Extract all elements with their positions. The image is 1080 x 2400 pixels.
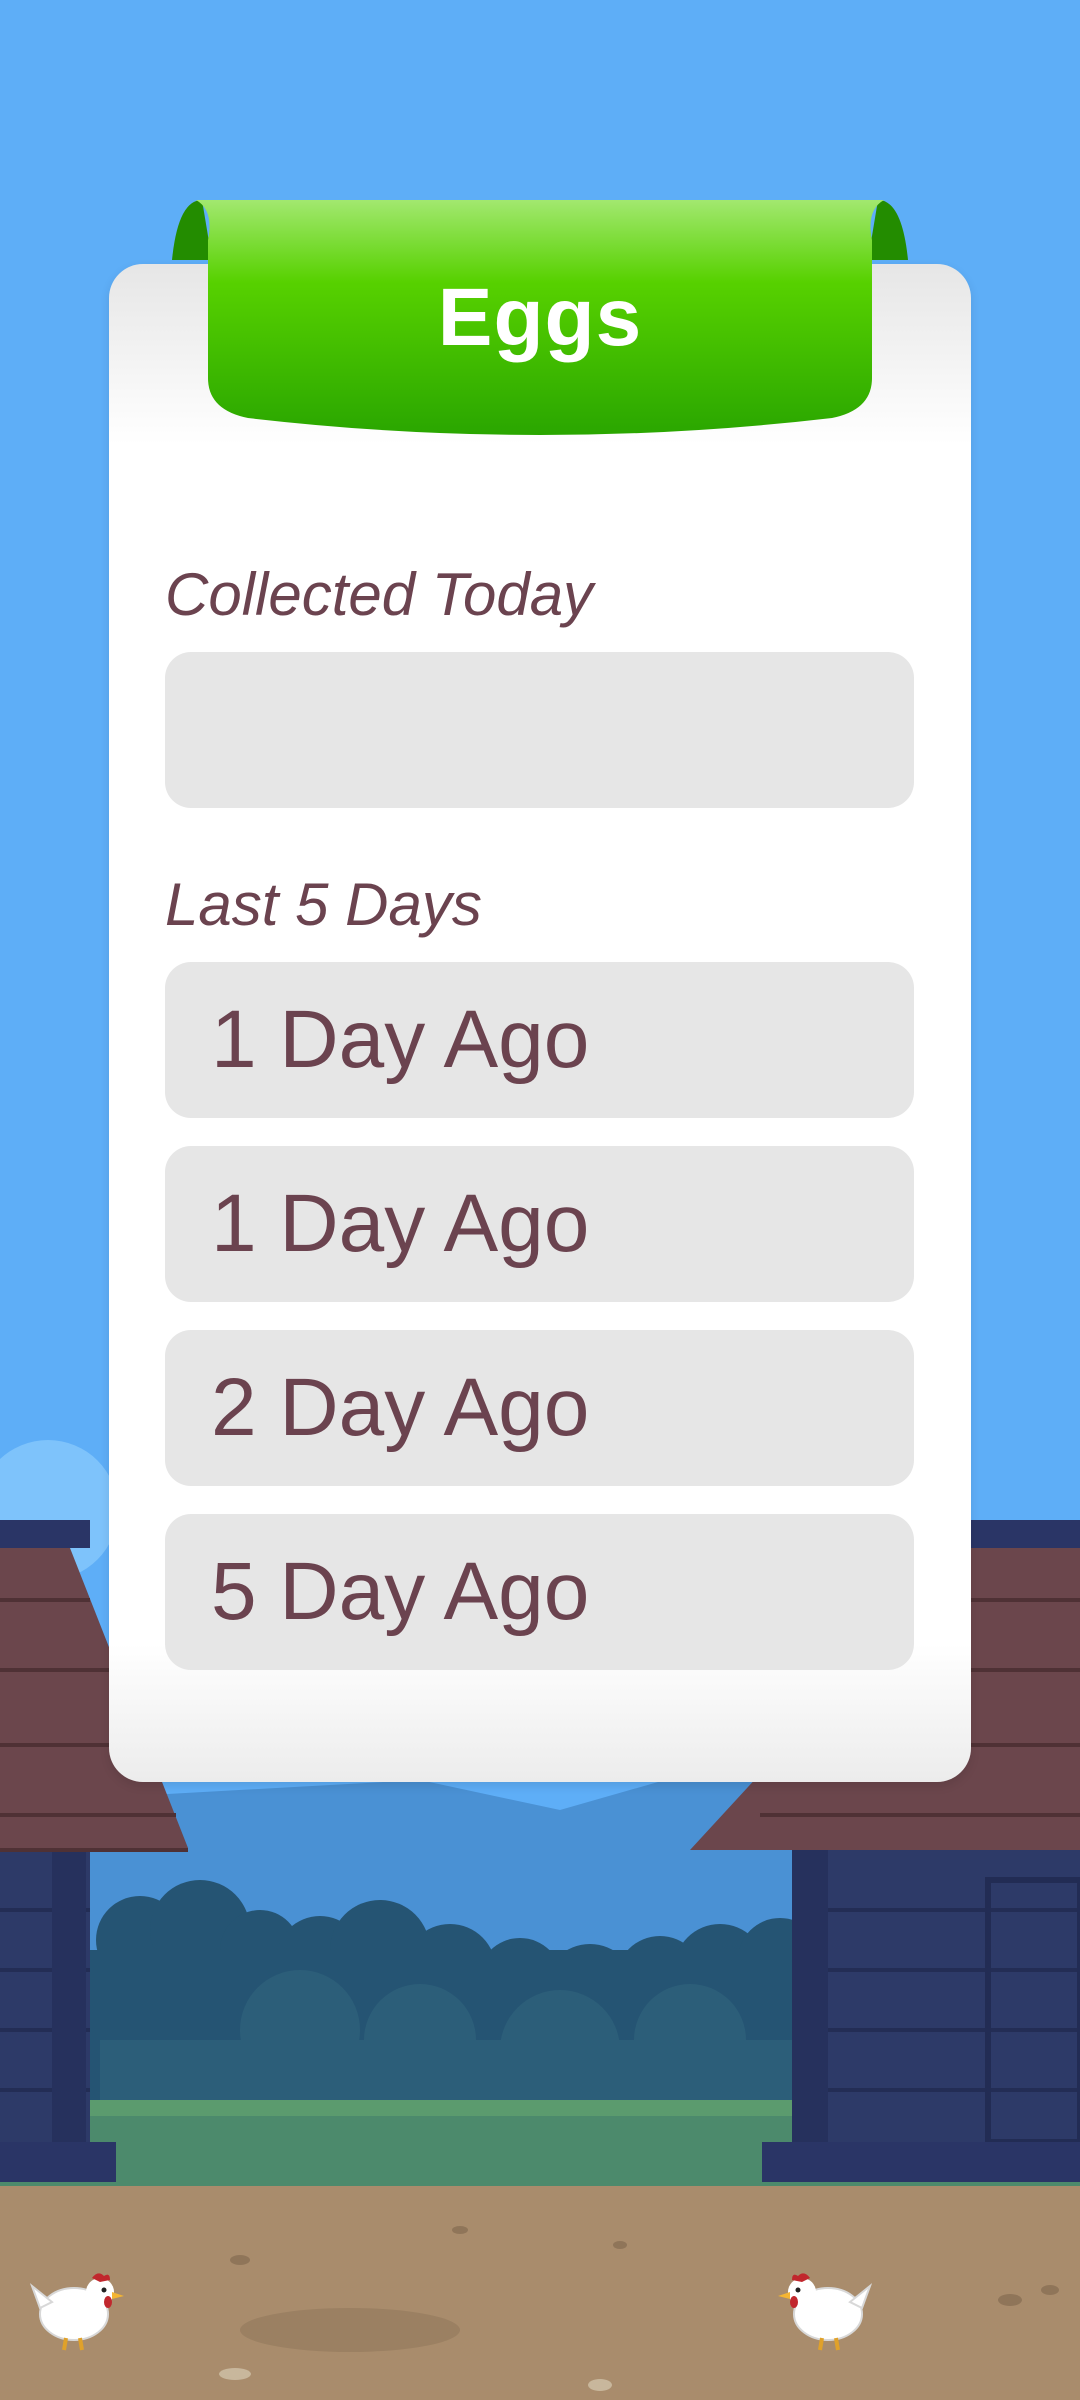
- history-item[interactable]: 5 Day Ago: [165, 1514, 914, 1670]
- grass-top: [80, 2100, 800, 2116]
- history-item[interactable]: 1 Day Ago: [165, 962, 914, 1118]
- chicken-icon-left: [30, 2273, 124, 2351]
- collected-today-field[interactable]: [165, 652, 914, 808]
- page-title: Eggs: [437, 272, 643, 363]
- collected-today-label: Collected Today: [165, 561, 594, 628]
- history-item[interactable]: 1 Day Ago: [165, 1146, 914, 1302]
- ground: [0, 2186, 1080, 2400]
- last-5-days-label: Last 5 Days: [165, 871, 482, 938]
- history-item[interactable]: 2 Day Ago: [165, 1330, 914, 1486]
- history-item-label: 1 Day Ago: [211, 1178, 590, 1269]
- history-item-label: 5 Day Ago: [211, 1546, 590, 1637]
- chicken-icon-right: [778, 2273, 872, 2351]
- history-item-label: 1 Day Ago: [211, 994, 590, 1085]
- history-item-label: 2 Day Ago: [211, 1362, 590, 1453]
